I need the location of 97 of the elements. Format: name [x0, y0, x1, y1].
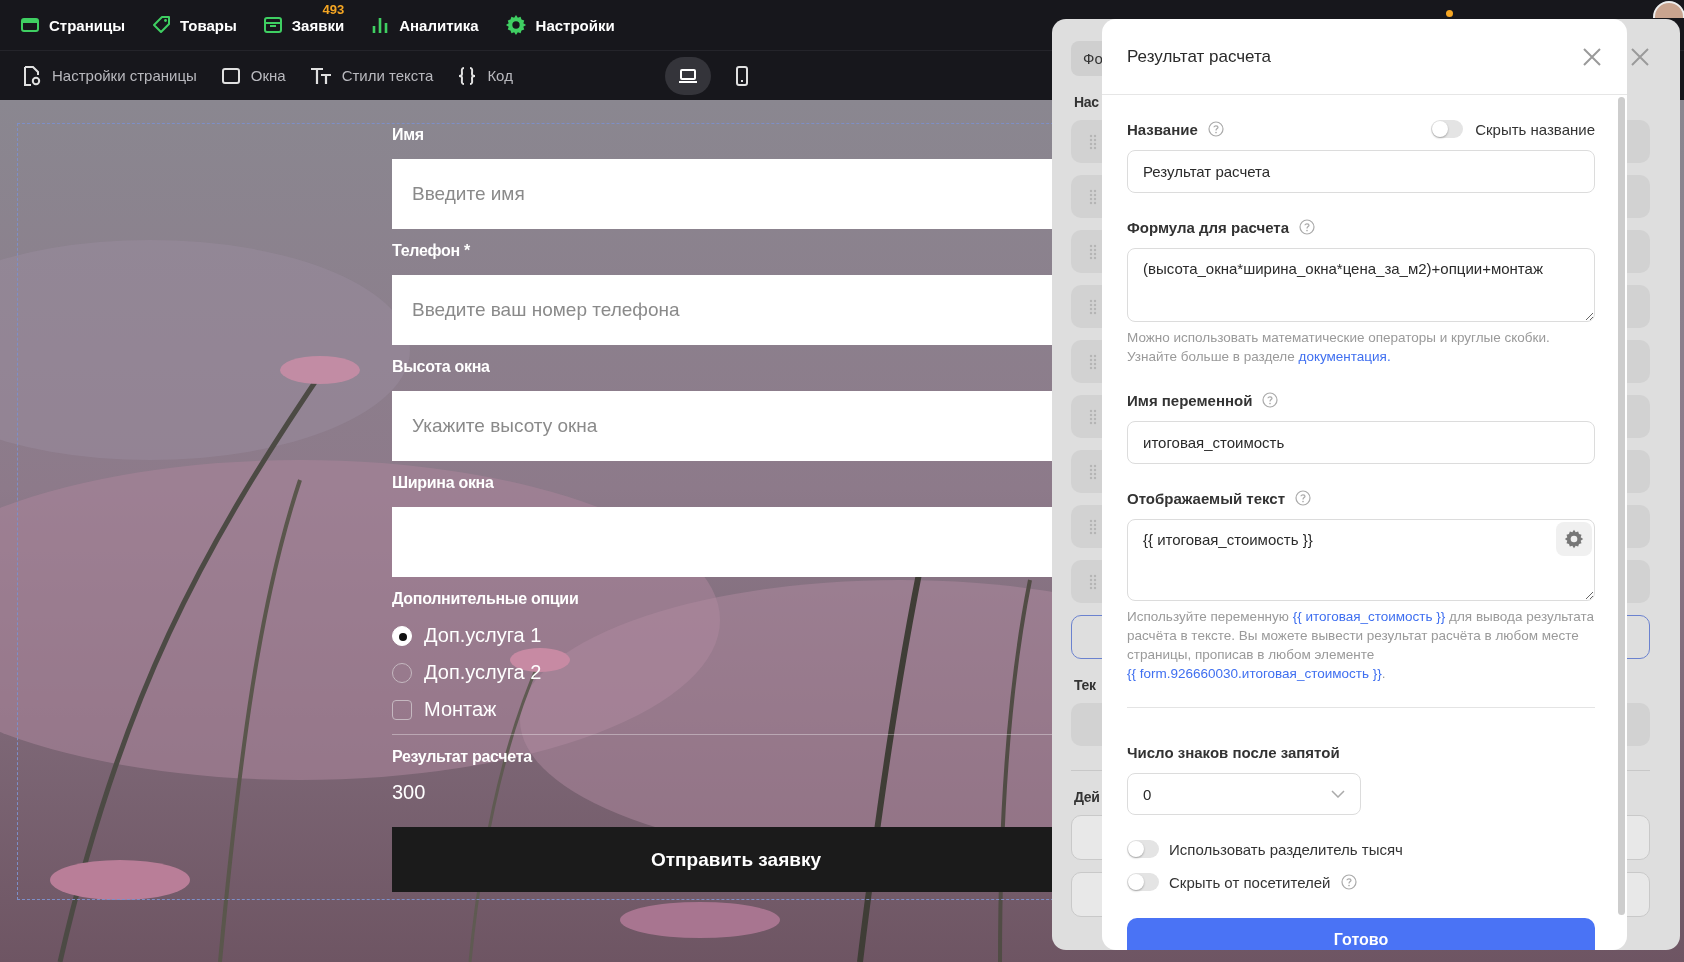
field-label: Отображаемый текст: [1127, 489, 1286, 507]
toggle-label: Использовать разделитель тысяч: [1169, 840, 1403, 858]
toolbar-label: Настройки страницы: [52, 67, 197, 84]
input-field[interactable]: Введите ваш номер телефона: [392, 275, 1052, 345]
drag-handle-icon: [1089, 518, 1097, 535]
inbox-icon: [262, 15, 283, 35]
toolbar-label: Код: [487, 67, 513, 84]
nav-item[interactable]: Товары: [151, 15, 237, 35]
toggle-switch[interactable]: [1431, 120, 1464, 138]
field-label: Дополнительные опции: [392, 589, 579, 609]
input-field[interactable]: [392, 507, 1052, 577]
documentation-link[interactable]: документация.: [1298, 349, 1391, 364]
toggle-switch[interactable]: [1127, 873, 1159, 891]
text-style-icon: [309, 65, 332, 86]
drag-handle-icon: [1089, 133, 1097, 150]
help-icon[interactable]: [1295, 490, 1312, 506]
phone-icon: [734, 65, 749, 86]
input-field[interactable]: Результат расчета: [1127, 150, 1595, 193]
nav-label: Товары: [180, 16, 237, 34]
option-item[interactable]: Монтаж: [392, 691, 497, 728]
help-icon[interactable]: [1340, 874, 1357, 890]
input-field[interactable]: итоговая_стоимость: [1127, 421, 1595, 464]
tag-icon: [151, 15, 171, 35]
nav-label: Настройки: [535, 16, 615, 34]
field-label: Имя переменной: [1127, 391, 1253, 409]
submit-button[interactable]: Отправить заявку: [392, 827, 1052, 892]
hint-text: Используйте переменную {{ итоговая_стоимость }} для вывода результата расчёта в тексте. Вы можете вывести результат расчёта в любом месте страницы, прописав в любом элементе {{ form.926660030.итоговая_стоимость }}.: [1127, 608, 1595, 683]
decimals-dropdown[interactable]: 0: [1127, 773, 1361, 815]
field-label: Высота окна: [392, 357, 490, 377]
help-icon[interactable]: [1207, 121, 1224, 137]
close-icon[interactable]: [1630, 47, 1650, 67]
result-value: 300: [392, 780, 426, 805]
nav-item[interactable]: Страницы: [20, 15, 125, 35]
input-field[interactable]: Укажите высоту окна: [392, 391, 1052, 461]
field-label: Формула для расчета: [1127, 218, 1289, 236]
formula-field[interactable]: (высота_окна*ширина_окна*цена_за_м2)+опции+монтаж: [1127, 248, 1595, 322]
laptop-icon: [677, 67, 698, 84]
done-button[interactable]: Готово: [1127, 918, 1595, 950]
field-label: Название: [1127, 120, 1198, 138]
option-label: Монтаж: [424, 698, 497, 721]
desktop-view-button[interactable]: [664, 56, 711, 95]
variable-link[interactable]: {{ итоговая_стоимость }}: [1292, 609, 1446, 624]
nav-label: Заявки: [291, 16, 345, 34]
section-heading: Дей: [1074, 789, 1100, 805]
variable-link[interactable]: {{ form.926660030.итоговая_стоимость }}: [1127, 666, 1382, 681]
chevron-down-icon: [1331, 790, 1345, 798]
field-label: Ширина окна: [392, 473, 494, 493]
text-field[interactable]: {{ итоговая_стоимость }}: [1127, 519, 1595, 601]
option-item[interactable]: Доп.услуга 2: [392, 654, 542, 691]
drag-handle-icon: [1089, 408, 1097, 425]
section-heading: Нас: [1074, 94, 1099, 110]
settings-icon: [504, 14, 527, 36]
drag-handle-icon: [1089, 188, 1097, 205]
toolbar-item[interactable]: Код: [457, 65, 513, 86]
toggle-label: Скрыть от посетителей: [1169, 873, 1331, 891]
gear-icon: [1564, 529, 1584, 549]
pages-icon: [20, 15, 40, 35]
window-icon: [220, 65, 241, 86]
close-icon[interactable]: [1582, 46, 1602, 67]
field-label: Число знаков после запятой: [1127, 743, 1340, 761]
nav-label: Страницы: [49, 16, 125, 34]
drag-handle-icon: [1089, 573, 1097, 590]
section-heading: Тек: [1074, 677, 1096, 693]
nav-item[interactable]: Заявки: [262, 15, 345, 35]
checkbox[interactable]: [392, 699, 412, 720]
field-label: Имя: [392, 125, 424, 145]
field-label: Телефон *: [392, 241, 470, 261]
option-item[interactable]: Доп.услуга 1: [392, 617, 542, 654]
hint-text: Можно использовать математические операторы и круглые скобки. Узнайте больше в разделе документация.: [1127, 329, 1551, 366]
page-gear-icon: [22, 64, 42, 87]
toolbar-item[interactable]: Настройки страницы: [22, 64, 197, 87]
toggle-label: Скрыть название: [1475, 120, 1595, 138]
notification-dot: [1446, 10, 1453, 17]
settings-button[interactable]: [1556, 522, 1592, 556]
drag-handle-icon: [1089, 243, 1097, 260]
help-icon[interactable]: [1299, 219, 1315, 235]
toolbar-label: Окна: [250, 67, 286, 84]
toolbar-item[interactable]: Стили текста: [309, 65, 434, 86]
nav-item[interactable]: Аналитика: [370, 15, 479, 35]
toolbar-item[interactable]: Окна: [220, 65, 286, 86]
code-braces-icon: [457, 65, 478, 86]
toolbar-label: Стили текста: [341, 67, 434, 84]
input-field[interactable]: Введите имя: [392, 159, 1052, 229]
result-label: Результат расчета: [392, 747, 532, 767]
option-label: Доп.услуга 1: [424, 624, 542, 647]
scrollbar[interactable]: [1618, 97, 1625, 915]
drag-handle-icon: [1089, 298, 1097, 315]
help-icon[interactable]: [1262, 392, 1279, 408]
dialog-title: Результат расчета: [1127, 46, 1272, 67]
option-label: Доп.услуга 2: [424, 661, 542, 684]
nav-item[interactable]: Настройки: [504, 14, 615, 36]
nav-label: Аналитика: [399, 16, 479, 34]
drag-handle-icon: [1089, 463, 1097, 480]
avatar[interactable]: [1650, 0, 1684, 18]
count-label: 493: [322, 2, 345, 17]
drag-handle-icon: [1089, 353, 1097, 370]
toggle-switch[interactable]: [1127, 840, 1159, 858]
